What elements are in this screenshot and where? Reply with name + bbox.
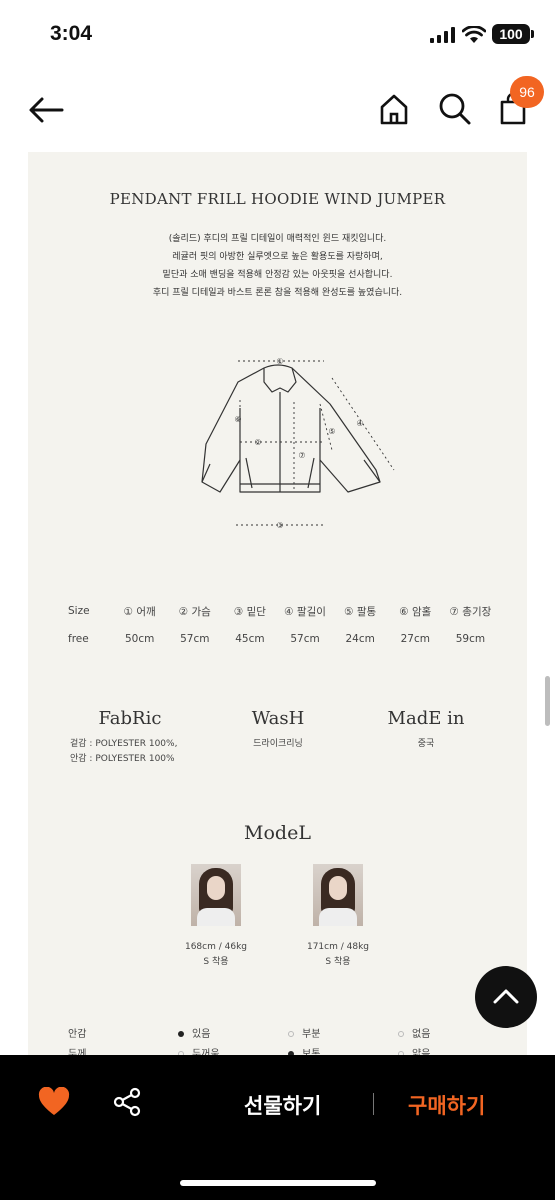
scroll-to-top-button[interactable] [475,966,537,1028]
gift-button[interactable]: 선물하기 [244,1090,321,1120]
home-indicator [180,1180,376,1186]
size-value: 59cm [455,633,486,645]
battery-icon: 100 [492,24,530,44]
description-line: 밑단과 소매 밴딩을 적용해 안정감 있는 아웃핏을 선사합니다. [162,270,393,280]
cellular-signal-icon [430,27,455,43]
size-value: 45cm [235,633,265,645]
product-title: PENDANT FRILL HOODIE WIND JUMPER [109,190,446,208]
size-table-header: Size ① 어깨 ② 가슴 ③ 밑단 ④ 팔길이 ⑤ 팔통 ⑥ 암홀 ⑦ 총기… [68,597,498,625]
cart-count-badge: 96 [510,76,544,108]
size-value: free [68,633,89,645]
status-time: 3:04 [50,22,93,45]
marker-hem: ③ [276,521,283,530]
size-header: ② 가슴 [178,605,211,618]
size-header: ⑦ 총기장 [449,605,492,618]
divider [373,1093,374,1115]
size-table: Size ① 어깨 ② 가슴 ③ 밑단 ④ 팔길이 ⑤ 팔통 ⑥ 암홀 ⑦ 총기… [68,597,498,653]
model-spec: 171cm / 48kg S 착용 [278,940,398,970]
model-size: S 착용 [325,957,351,967]
selected-dot-icon [178,1030,184,1037]
jacket-measurement-diagram: ① ② ③ ④ ⑤ ⑥ ⑦ [201,357,395,530]
made-in-line: 중국 [417,739,435,749]
fabric-details: 겉감 : POLYESTER 100%, 안감 : POLYESTER 100% [70,737,190,767]
chevron-up-icon [493,989,519,1004]
fabric-line: 겉감 : POLYESTER 100%, [70,739,178,749]
marker-sleeve-length: ④ [356,419,363,428]
model-spec: 168cm / 46kg S 착용 [156,940,276,970]
bottom-purchase-bar: 선물하기 구매하기 [0,1055,555,1200]
heart-icon[interactable] [38,1087,70,1117]
home-icon[interactable] [378,92,410,126]
model-measurement: 168cm / 46kg [184,942,248,952]
size-header: Size [68,605,90,617]
model-title: ModeL [244,822,311,844]
wash-title: WasH [251,708,305,729]
marker-sleeve-width: ⑤ [328,427,335,436]
battery-tip [531,30,534,38]
description-line: 레귤러 핏의 아방한 실루엣으로 높은 활용도를 자랑하며, [172,252,383,262]
size-header: ① 어깨 [123,605,156,618]
model-photo [191,864,241,926]
option-label: 안감 [68,1028,87,1040]
model-measurement: 171cm / 48kg [306,942,370,952]
marker-total-length: ⑦ [298,451,305,460]
size-header: ⑤ 팔통 [344,605,377,618]
fabric-info: FabRic 겉감 : POLYESTER 100%, 안감 : POLYEST… [70,708,190,767]
scrollbar[interactable] [545,676,550,726]
top-nav: 96 [0,76,555,140]
description-line: 후디 프릴 디테일과 바스트 론론 참을 적용해 완성도를 높였습니다. [152,288,403,298]
size-header: ③ 밑단 [233,605,266,618]
option-choice: 부분 [288,1025,398,1040]
marker-shoulder: ① [276,357,283,366]
option-row: 안감 있음 부분 없음 [68,1022,508,1042]
unselected-dot-icon [398,1030,404,1037]
wifi-icon [462,26,486,43]
size-value: 57cm [290,633,320,645]
size-value: 27cm [400,633,430,645]
option-choice: 있음 [178,1025,288,1040]
size-value: 24cm [345,633,375,645]
size-table-row: free 50cm 57cm 45cm 57cm 24cm 27cm 59cm [68,625,498,653]
made-in-title: MadE in [387,708,465,729]
model-size: S 착용 [203,957,229,967]
description-line: (솔리드) 후디의 프릴 디테일이 매력적인 윈드 재킷입니다. [168,234,387,244]
marker-armhole: ⑥ [234,415,241,424]
size-header: ④ 팔길이 [284,605,326,618]
status-bar: 3:04 100 [0,0,555,70]
fabric-title: FabRic [98,708,162,729]
product-description: (솔리드) 후디의 프릴 디테일이 매력적인 윈드 재킷입니다. 레귤러 핏의 … [28,230,527,302]
marker-chest: ② [254,438,261,447]
model-card: 168cm / 46kg S 착용 [156,864,276,970]
size-header: ⑥ 암홀 [399,605,432,618]
share-icon[interactable] [112,1087,142,1117]
buy-button[interactable]: 구매하기 [408,1090,485,1120]
made-in-info: MadE in 중국 [366,708,486,752]
product-detail-card: PENDANT FRILL HOODIE WIND JUMPER (솔리드) 후… [28,152,527,1062]
unselected-dot-icon [288,1030,294,1037]
model-photo [313,864,363,926]
wash-line: 드라이크리닝 [253,739,303,749]
search-icon[interactable] [438,92,472,126]
size-value: 50cm [124,633,155,645]
fabric-line: 안감 : POLYESTER 100% [70,754,175,764]
wash-info: WasH 드라이크리닝 [218,708,338,752]
back-arrow-icon[interactable] [26,92,66,128]
model-card: 171cm / 48kg S 착용 [278,864,398,970]
size-value: 57cm [180,633,210,645]
